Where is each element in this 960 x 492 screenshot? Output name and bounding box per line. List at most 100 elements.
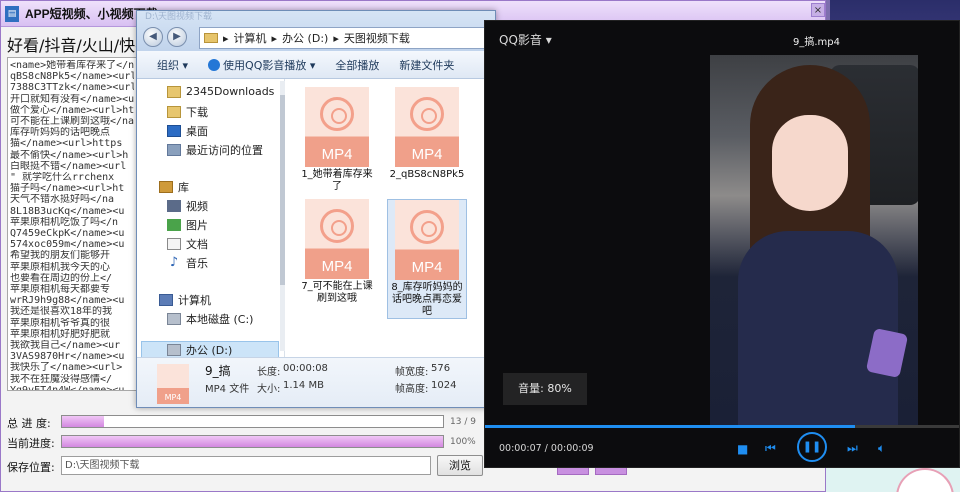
play-with-qq-label: 使用QQ影音播放 ▾ [223,58,316,72]
next-icon[interactable]: ⏭ [847,441,858,456]
close-icon[interactable]: × [811,3,825,17]
nav-item-libraries[interactable]: 库 [159,179,189,195]
duration-value: 00:00:08 [283,363,328,374]
log-line: " 就学吃什么rrchenx [10,172,115,184]
log-line: Q7459eCkpK</name><u [10,228,125,240]
frame-width-value: 576 [431,363,451,374]
total-progress-count: 13 / 9 [450,417,476,427]
film-reel-icon [320,97,354,131]
nav-label: 文档 [186,238,208,251]
nav-item-computer[interactable]: 计算机 [159,292,211,308]
total-progress-label: 总 进 度: [7,417,51,430]
total-progress-fill [62,416,104,427]
log-line: 苹果原相机吃饭了吗</n [10,216,119,228]
previous-icon[interactable]: ⏮ [765,441,776,456]
qq-player-icon [208,58,221,71]
nav-item-music[interactable]: ♪ 音乐 [167,255,208,271]
nav-label: 桌面 [186,125,208,138]
total-progress-bar [61,415,444,428]
nav-item-pictures[interactable]: 图片 [167,217,208,233]
size-label: 大小: [257,384,281,395]
picture-icon [167,219,181,231]
play-with-qq-button[interactable]: 使用QQ影音播放 ▾ [208,57,315,73]
computer-icon [159,294,173,306]
nav-item-videos[interactable]: 视频 [167,198,208,214]
log-line: wrRJ9h9g88</name><u [10,295,125,307]
player-app-menu[interactable]: QQ影音 ▾ [499,31,552,48]
explorer-title: D:\天图视频下载 [145,12,212,22]
nav-item-drive-c[interactable]: 本地磁盘 (C:) [167,311,253,327]
current-progress-bar [61,435,444,448]
file-item-selected[interactable]: MP4 8_库存听妈妈的话吧晚点再恋爱吧 [387,199,467,319]
chevron-right-icon: ▸ [271,31,278,45]
nav-label: 图片 [186,219,208,232]
log-line: 苹果原相机好肥好肥就 [10,328,110,340]
recent-places-icon [167,144,181,156]
duration-label: 长度: [257,367,281,378]
document-icon [167,238,181,250]
disk-icon [167,344,181,356]
browse-button[interactable]: 浏览 [437,455,483,476]
forward-button[interactable]: ▶ [167,27,187,47]
nav-item-2345downloads[interactable]: 2345Downloads [167,85,274,98]
address-bar[interactable]: ▸ 计算机 ▸ 办公 (D:) ▸ 天图视频下载 [199,27,495,49]
log-line: 猫子吗</name><url>ht [10,183,125,195]
breadcrumb-drive[interactable]: 办公 (D:) [282,30,328,46]
download-log[interactable]: <name>她带着库存来了</name><urqBS8cN8Pk5</name>… [7,57,137,391]
log-line: 希望我的朋友们能够开 [10,250,110,262]
disk-icon [167,313,181,325]
log-line: qBS8cN8Pk5</name><url> [10,71,134,83]
explorer-titlebar: D:\天图视频下载 ◀ ▶ ▸ 计算机 ▸ 办公 (D:) ▸ 天图视频下载 [137,11,495,51]
size-value: 1.14 MB [283,380,324,391]
file-name: 8_库存听妈妈的话吧晚点再恋爱吧 [391,282,463,317]
log-line: 开口就知有没有</name><u [10,93,134,105]
nav-label: 办公 (D:) [186,344,233,357]
film-reel-icon [320,209,354,243]
new-folder-button[interactable]: 新建文件夹 [399,57,454,73]
mp4-file-icon: MP4 [305,199,369,279]
nav-item-drive-d[interactable]: 办公 (D:) [167,342,232,358]
file-item[interactable]: MP4 7_可不能在上课刷到这哦 [297,199,377,305]
back-button[interactable]: ◀ [143,27,163,47]
nav-item-documents[interactable]: 文档 [167,236,208,252]
nav-scrollbar-thumb[interactable] [280,95,285,285]
organize-button[interactable]: 组织 ▾ [157,57,188,73]
play-all-button[interactable]: 全部播放 [335,57,379,73]
nav-label: 视频 [186,200,208,213]
nav-label: 音乐 [186,257,208,270]
breadcrumb-computer[interactable]: 计算机 [234,30,267,46]
seek-bar[interactable] [485,425,959,428]
nav-item-desktop[interactable]: 桌面 [167,123,208,139]
video-frame[interactable] [710,55,918,425]
nav-item-recent[interactable]: 最近访问的位置 [167,142,263,158]
volume-icon[interactable]: 🔈︎ [878,441,885,456]
log-line: 苹果原相机爷爷真的很 [10,317,110,329]
qq-player-window: QQ影音 ▾ 9_搞.mp4 音量: 80% 00:00:07 / 00:00:… [484,20,960,468]
chevron-right-icon: ▸ [223,31,229,45]
log-line: Yg9yET4n4W</name><u [10,384,125,391]
log-line: 苹果原相机我今天的心 [10,261,110,273]
navigation-pane: 2345Downloads 下载 桌面 最近访问的位置 库 视频 图片 文档 ♪… [137,79,285,359]
nav-scrollbar[interactable] [280,81,285,351]
folder-icon [167,85,181,98]
file-item[interactable]: MP4 1_她带着库存来了 [297,87,377,193]
selected-file-type: MP4 文件 [205,384,250,395]
log-line: 574xoc059m</name><u [10,239,125,251]
breadcrumb-folder[interactable]: 天图视频下载 [344,30,410,46]
save-path-input[interactable]: D:\天图视频下载 [61,456,431,475]
pause-icon[interactable]: ❚❚ [797,432,827,462]
nav-item-downloads[interactable]: 下载 [167,104,208,120]
player-titlebar: QQ影音 ▾ 9_搞.mp4 [485,21,959,57]
file-type-label: MP4 [164,393,182,402]
video-body [738,231,898,425]
file-type-label: MP4 [411,259,443,276]
stop-icon[interactable]: ■ [737,442,748,456]
wallpaper-character [896,468,954,492]
folder-icon [204,33,218,43]
log-line: 3VAS9870Hr</name><u [10,351,125,363]
video-phone [865,327,909,379]
file-item[interactable]: MP4 2_qBS8cN8Pk5 [387,87,467,181]
current-progress-row: 当前进度: [7,435,59,451]
log-line: 我欲我自己</name><ur [10,340,121,352]
log-line: 做个爱心</name><url>ht [10,104,134,116]
